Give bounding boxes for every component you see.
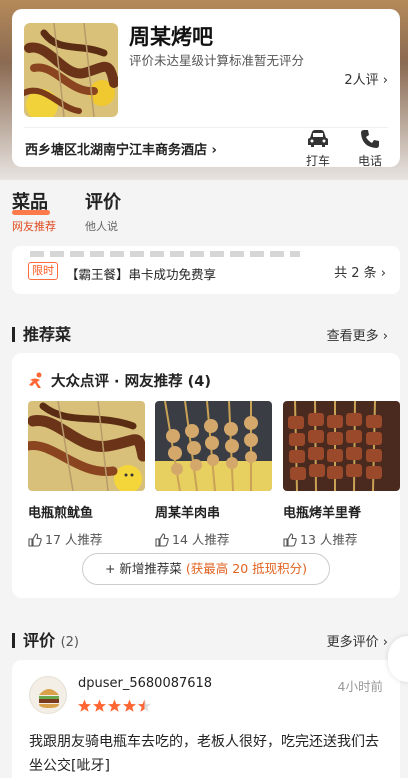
review-count-link[interactable]: 2人评 › xyxy=(344,69,388,88)
reviews-title-text: 评价 xyxy=(23,631,56,650)
reviewer-name[interactable]: dpuser_5680087618 xyxy=(78,676,212,691)
see-more-label: 查看更多 xyxy=(326,329,379,344)
chevron-right-icon: › xyxy=(380,266,386,281)
taxi-button[interactable]: 打车 xyxy=(298,129,338,169)
star-rating xyxy=(78,698,154,717)
tab-reviews[interactable]: 评价 他人说 xyxy=(85,188,121,234)
shop-info-card: 周某烤吧 评价未达星级计算标准暂无评分 2人评 › 西乡塘区北湖南宁江丰商务酒店… xyxy=(12,9,400,169)
recommended-card-title-text: 大众点评 · 网友推荐 (4) xyxy=(51,374,211,390)
divider xyxy=(24,127,388,128)
tab-dishes-sub: 网友推荐 xyxy=(12,220,56,233)
phone-button[interactable]: 电话 xyxy=(350,129,390,169)
promo-total-link[interactable]: 共 2 条 › xyxy=(334,262,386,281)
recommended-card-title: 大众点评 · 网友推荐 (4) xyxy=(28,370,211,393)
dish-recommend-label: 14 人推荐 xyxy=(172,532,230,547)
promo-scroll-text-faded xyxy=(30,251,300,257)
reviews-count: (2) xyxy=(60,635,80,650)
review-card[interactable]: dpuser_5680087618 4小时前 我跟朋友骑电瓶车去吃的，老板人很好… xyxy=(12,660,400,778)
dish-name: 周某羊肉串 xyxy=(155,506,221,521)
dish-recommend-count: 14 人推荐 xyxy=(155,529,272,548)
see-more-dishes-link[interactable]: 查看更多 › xyxy=(327,325,388,344)
dish-name: 电瓶烤羊里脊 xyxy=(283,506,362,521)
dish-image xyxy=(28,401,145,491)
dish-recommend-count: 13 人推荐 xyxy=(283,529,400,548)
rating-note: 评价未达星级计算标准暂无评分 xyxy=(129,53,305,68)
tab-dishes-title: 菜品 xyxy=(12,192,48,213)
chevron-right-icon: › xyxy=(382,73,388,88)
promo-card[interactable]: 限时 【霸王餐】串卡成功免费享 共 2 条 › xyxy=(12,246,400,294)
more-reviews-link[interactable]: 更多评价 › xyxy=(327,631,388,650)
tab-bar: 菜品 网友推荐 评价 他人说 xyxy=(0,188,408,233)
avatar[interactable] xyxy=(29,676,67,714)
tab-reviews-sub: 他人说 xyxy=(85,220,118,233)
car-icon xyxy=(298,129,338,149)
promo-text: 【霸王餐】串卡成功免费享 xyxy=(66,267,217,282)
thumbs-up-icon xyxy=(155,533,169,547)
thumbs-up-icon xyxy=(28,533,42,547)
section-bar xyxy=(12,633,15,648)
chevron-right-icon: › xyxy=(211,143,217,158)
reviews-section-title: 评价 (2) xyxy=(12,627,79,651)
address-text: 西乡塘区北湖南宁江丰商务酒店 xyxy=(25,143,208,158)
phone-icon xyxy=(350,129,390,149)
review-time: 4小时前 xyxy=(337,679,383,694)
chevron-right-icon: › xyxy=(382,329,388,344)
review-count-label: 2人评 xyxy=(344,73,379,88)
phone-label: 电话 xyxy=(357,154,382,168)
dish-name: 电瓶煎鱿鱼 xyxy=(28,506,94,521)
plus-icon: + xyxy=(104,561,120,576)
chevron-right-icon: › xyxy=(382,635,388,650)
dish-image xyxy=(155,401,272,491)
add-dish-label: 新增推荐菜 xyxy=(119,561,182,576)
dianping-logo-icon xyxy=(28,372,45,393)
section-bar xyxy=(12,327,15,342)
limited-time-badge: 限时 xyxy=(28,262,58,280)
promo-total-label: 共 2 条 xyxy=(334,266,377,281)
shop-name: 周某烤吧 xyxy=(129,25,213,49)
more-reviews-label: 更多评价 xyxy=(326,635,379,650)
dish-item[interactable]: 电瓶烤羊里脊 13 人推荐 xyxy=(283,401,400,548)
add-dish-reward: (获最高 20 抵现积分) xyxy=(185,561,308,576)
dish-recommend-label: 17 人推荐 xyxy=(45,532,103,547)
thumbs-up-icon xyxy=(283,533,297,547)
recommended-title-text: 推荐菜 xyxy=(23,325,72,344)
tab-dishes[interactable]: 菜品 网友推荐 xyxy=(12,188,56,234)
review-text: 我跟朋友骑电瓶车去吃的，老板人很好，吃完还送我们去坐公交[呲牙] xyxy=(29,734,379,774)
dish-image xyxy=(283,401,400,491)
taxi-label: 打车 xyxy=(305,154,330,168)
shop-thumbnail[interactable] xyxy=(24,23,118,117)
dish-recommend-count: 17 人推荐 xyxy=(28,529,145,548)
dish-item[interactable]: 周某羊肉串 14 人推荐 xyxy=(155,401,272,548)
tab-reviews-title: 评价 xyxy=(85,192,121,213)
address-link[interactable]: 西乡塘区北湖南宁江丰商务酒店 › xyxy=(25,139,217,158)
dish-item[interactable]: 电瓶煎鱿鱼 17 人推荐 xyxy=(28,401,145,548)
recommended-section-title: 推荐菜 xyxy=(12,321,71,345)
add-recommended-dish-button[interactable]: + 新增推荐菜 (获最高 20 抵现积分) xyxy=(82,553,330,585)
dish-recommend-label: 13 人推荐 xyxy=(300,532,358,547)
recommended-dishes-card: 大众点评 · 网友推荐 (4) 电瓶煎鱿鱼 17 人推荐 周某羊肉串 14 人推… xyxy=(12,353,400,598)
